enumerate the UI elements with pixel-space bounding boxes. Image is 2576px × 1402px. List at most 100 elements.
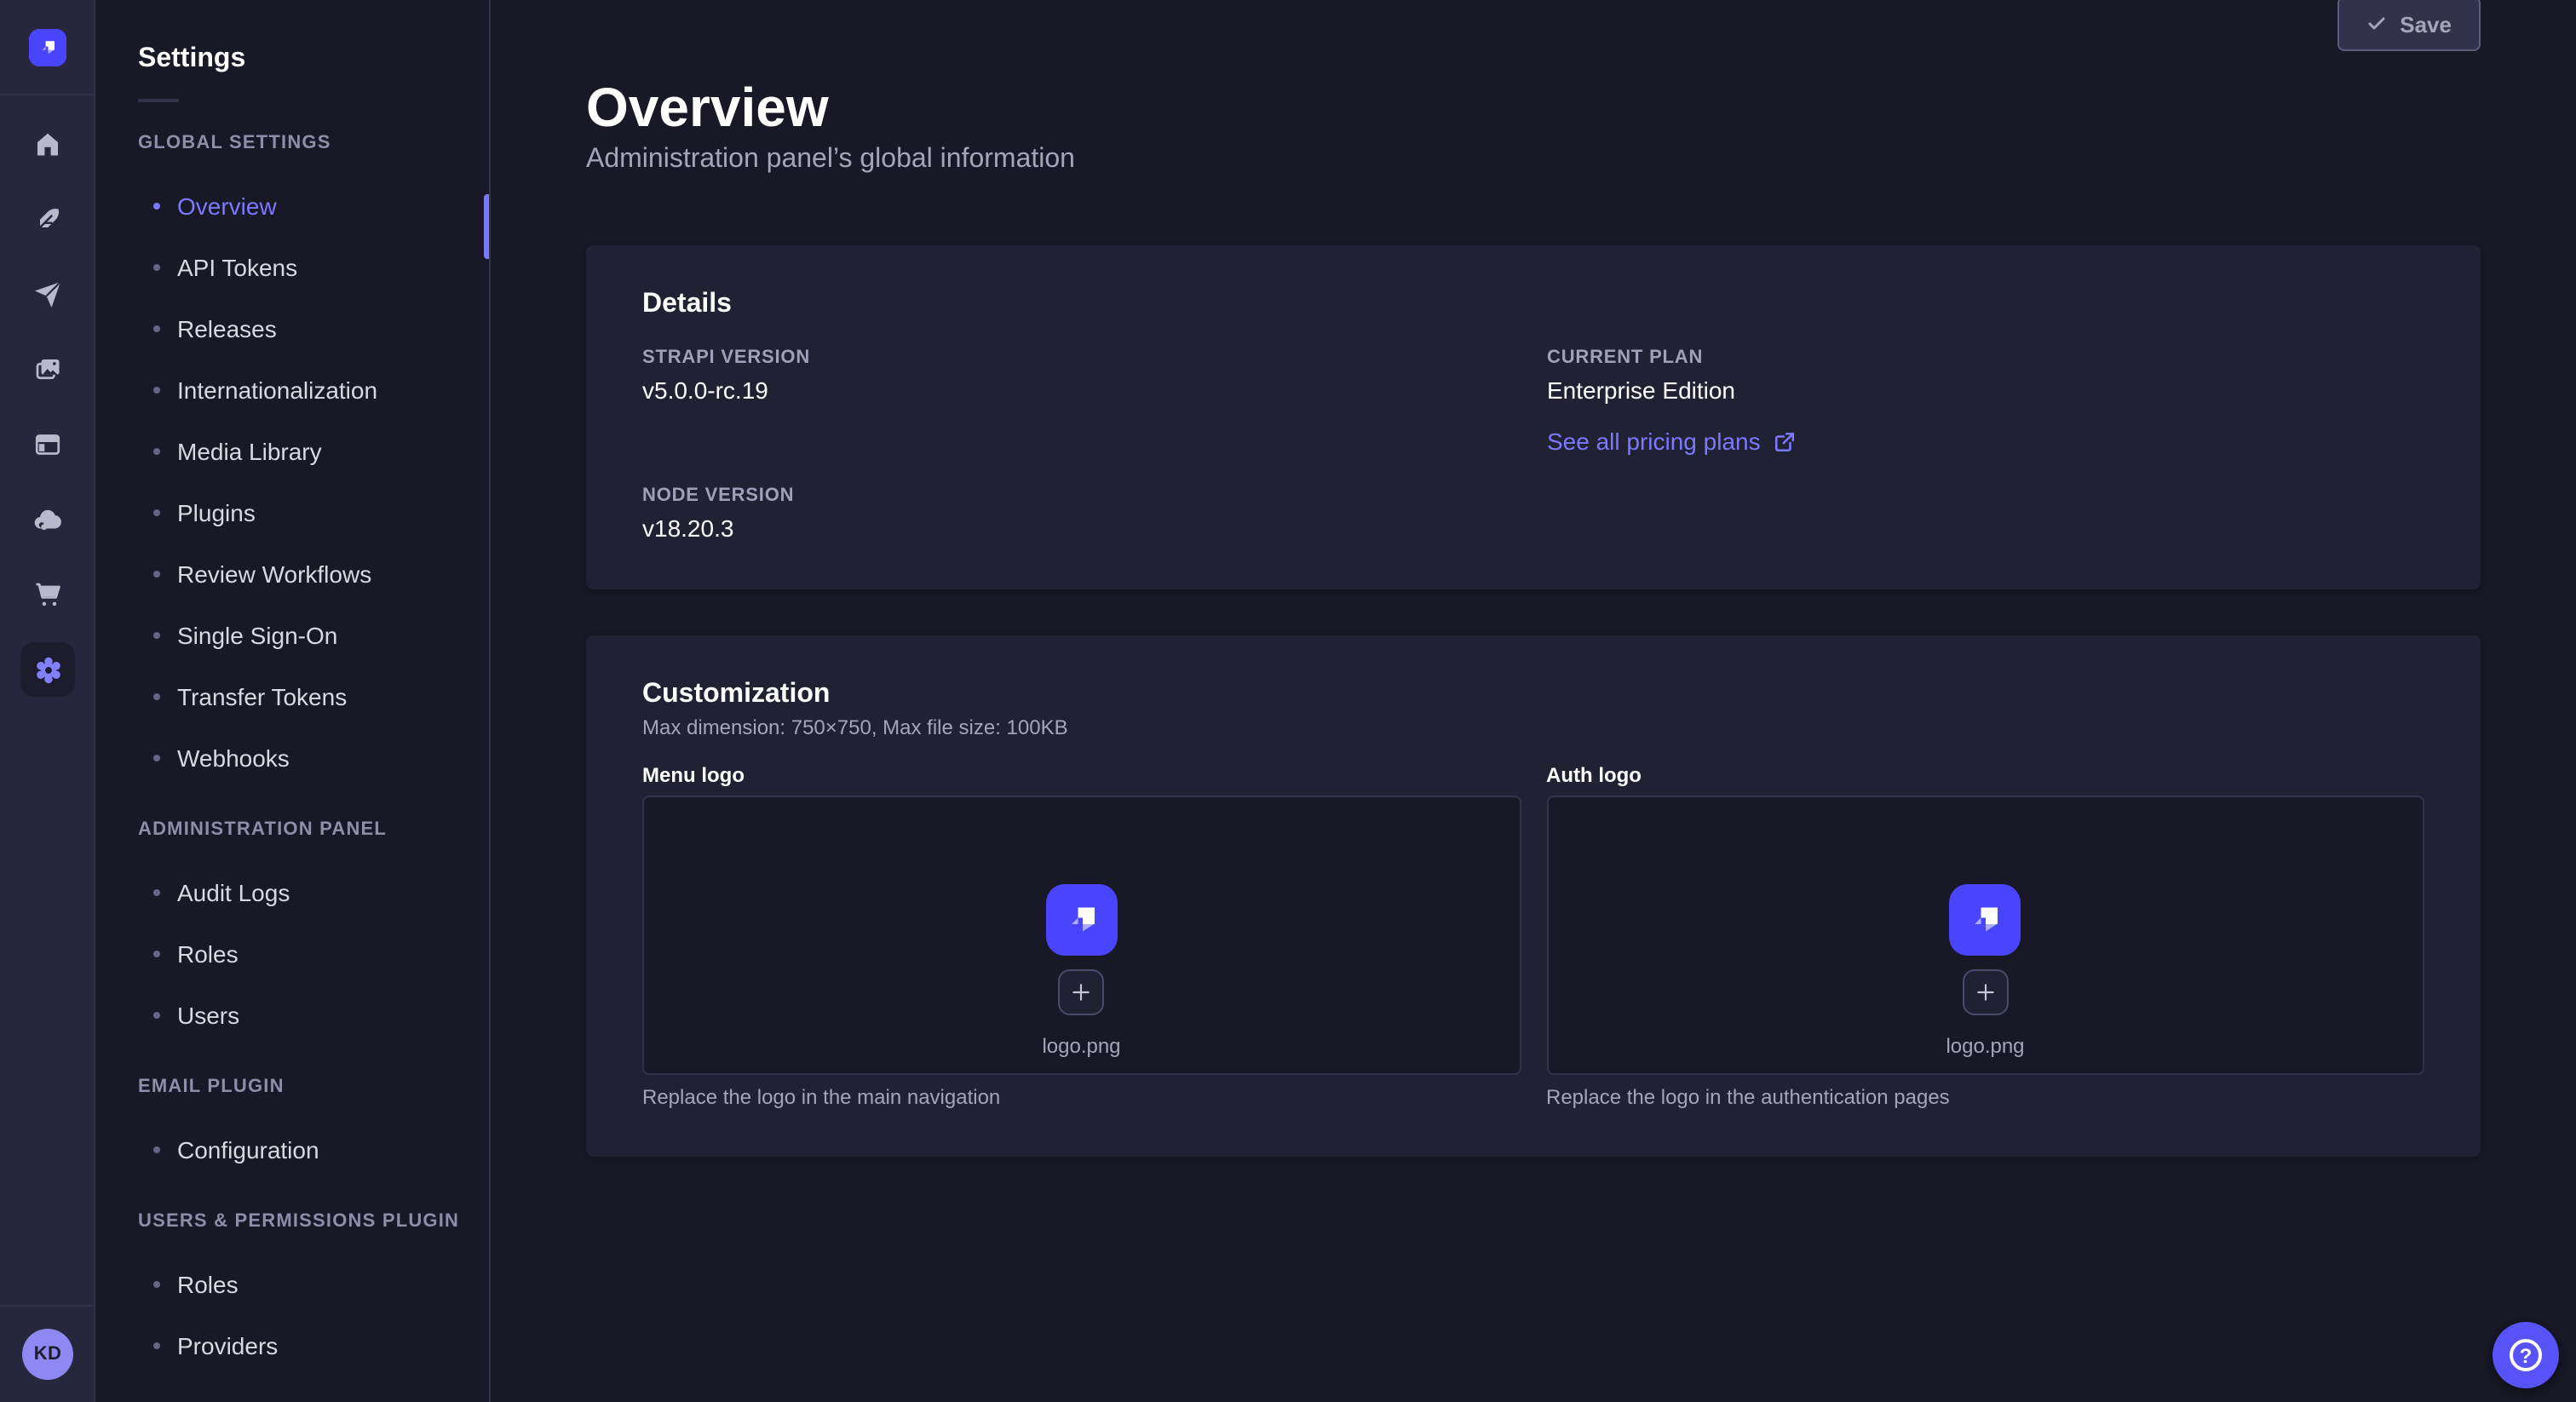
main-nav-rail: KD <box>0 0 95 1402</box>
pricing-plans-link[interactable]: See all pricing plans <box>1547 428 1797 455</box>
menu-logo-preview <box>1046 884 1118 956</box>
bullet-icon <box>153 1012 160 1019</box>
sidebar-item-label: Plugins <box>177 499 256 526</box>
sidebar-item-releases[interactable]: Releases <box>95 298 489 359</box>
customization-card: Customization Max dimension: 750×750, Ma… <box>586 635 2481 1157</box>
save-button-label: Save <box>2400 11 2452 37</box>
add-logo-button[interactable] <box>1963 969 2009 1015</box>
section-label: ADMINISTRATION PANEL <box>138 819 489 840</box>
menu-logo-field: Menu logo <box>642 763 1521 1109</box>
sidebar-item-transfer-tokens[interactable]: Transfer Tokens <box>95 666 489 727</box>
sidebar-item-label: Internationalization <box>177 376 377 404</box>
bullet-icon <box>153 1281 160 1288</box>
subnav-divider <box>138 99 179 102</box>
auth-logo-field: Auth logo <box>1546 763 2424 1109</box>
sidebar-item-media-library[interactable]: Media Library <box>95 421 489 482</box>
bullet-icon <box>153 448 160 455</box>
strapi-version-field: STRAPI VERSION v5.0.0-rc.19 <box>642 348 1520 458</box>
subnav-title: Settings <box>95 0 489 75</box>
settings-active-pill <box>20 642 75 697</box>
field-value: Enterprise Edition <box>1547 376 2424 404</box>
bullet-icon <box>153 1342 160 1349</box>
bullet-icon <box>153 264 160 271</box>
deploy-paper-plane-icon[interactable] <box>0 257 95 332</box>
strapi-mark-icon <box>1960 894 2011 945</box>
auth-logo-dropzone[interactable]: logo.png <box>1546 796 2424 1075</box>
customization-heading: Customization <box>642 680 2424 710</box>
customization-subheading: Max dimension: 750×750, Max file size: 1… <box>642 715 2424 739</box>
logo-filename: logo.png <box>1042 1034 1120 1058</box>
content-manager-layout-icon[interactable] <box>0 407 95 482</box>
add-logo-button[interactable] <box>1059 969 1105 1015</box>
upload-grid: Menu logo <box>642 763 2424 1109</box>
sidebar-item-label: Configuration <box>177 1136 319 1164</box>
settings-subnav: Settings GLOBAL SETTINGS Overview API To… <box>95 0 491 1402</box>
sidebar-item-label: Audit Logs <box>177 879 290 906</box>
bullet-icon <box>153 509 160 516</box>
subnav-section-users-permissions: USERS & PERMISSIONS PLUGIN Roles Provide… <box>95 1211 489 1376</box>
field-label: NODE VERSION <box>642 486 1520 506</box>
upload-label: Auth logo <box>1546 763 2424 787</box>
save-button[interactable]: Save <box>2337 0 2481 51</box>
field-label: CURRENT PLAN <box>1547 348 2424 368</box>
user-avatar[interactable]: KD <box>22 1329 73 1380</box>
main-content: Overview Administration panel’s global i… <box>491 0 2576 1402</box>
sidebar-item-api-tokens[interactable]: API Tokens <box>95 237 489 298</box>
bullet-icon <box>153 693 160 700</box>
media-library-images-icon[interactable] <box>0 332 95 407</box>
question-mark-icon: ? <box>2510 1339 2542 1371</box>
strapi-mark-icon <box>33 33 60 60</box>
bullet-icon <box>153 755 160 761</box>
rail-icons <box>0 95 94 707</box>
plus-icon <box>1071 981 1093 1003</box>
sidebar-item-plugins[interactable]: Plugins <box>95 482 489 543</box>
bullet-icon <box>153 889 160 896</box>
sidebar-item-audit-logs[interactable]: Audit Logs <box>95 862 489 923</box>
page-title: Overview <box>586 77 2481 138</box>
bullet-icon <box>153 632 160 639</box>
sidebar-item-users[interactable]: Users <box>95 985 489 1046</box>
home-icon[interactable] <box>0 107 95 182</box>
node-version-field: NODE VERSION v18.20.3 <box>642 486 1520 542</box>
bullet-icon <box>153 387 160 394</box>
page-header: Overview Administration panel’s global i… <box>586 0 2481 175</box>
details-card: Details STRAPI VERSION v5.0.0-rc.19 CURR… <box>586 245 2481 589</box>
sidebar-item-overview[interactable]: Overview <box>95 175 489 237</box>
strapi-mark-icon <box>1056 894 1107 945</box>
settings-gear-icon[interactable] <box>0 632 95 707</box>
sidebar-item-up-providers[interactable]: Providers <box>95 1315 489 1376</box>
strapi-logo[interactable] <box>28 28 66 66</box>
sidebar-item-configuration[interactable]: Configuration <box>95 1119 489 1181</box>
details-heading: Details <box>642 290 2424 320</box>
sidebar-item-label: Single Sign-On <box>177 622 337 649</box>
content-type-builder-feather-icon[interactable] <box>0 182 95 257</box>
help-button[interactable]: ? <box>2493 1322 2559 1388</box>
subnav-section-admin-panel: ADMINISTRATION PANEL Audit Logs Roles Us… <box>95 819 489 1046</box>
field-label: STRAPI VERSION <box>642 348 1520 368</box>
menu-logo-dropzone[interactable]: logo.png <box>642 796 1521 1075</box>
sidebar-item-label: Roles <box>177 940 239 968</box>
external-link-icon <box>1774 430 1797 452</box>
sidebar-item-review-workflows[interactable]: Review Workflows <box>95 543 489 605</box>
sidebar-item-label: Overview <box>177 192 277 220</box>
sidebar-item-up-roles[interactable]: Roles <box>95 1254 489 1315</box>
sidebar-item-single-sign-on[interactable]: Single Sign-On <box>95 605 489 666</box>
field-value: v5.0.0-rc.19 <box>642 376 1520 404</box>
app-window: KD Settings GLOBAL SETTINGS Overview API… <box>0 0 2576 1402</box>
brand-wrap <box>0 0 94 95</box>
sidebar-item-label: API Tokens <box>177 254 297 281</box>
marketplace-cart-icon[interactable] <box>0 557 95 632</box>
cloud-icon[interactable] <box>0 482 95 557</box>
logo-filename: logo.png <box>1946 1034 2024 1058</box>
bullet-icon <box>153 203 160 210</box>
subnav-section-global: GLOBAL SETTINGS Overview API Tokens Rele… <box>95 133 489 789</box>
upload-hint: Replace the logo in the authentication p… <box>1546 1085 2424 1109</box>
sidebar-item-label: Media Library <box>177 438 322 465</box>
sidebar-item-roles[interactable]: Roles <box>95 923 489 985</box>
field-value: v18.20.3 <box>642 514 1520 542</box>
sidebar-item-webhooks[interactable]: Webhooks <box>95 727 489 789</box>
sidebar-item-label: Providers <box>177 1332 278 1359</box>
sidebar-item-label: Roles <box>177 1271 239 1298</box>
sidebar-item-label: Review Workflows <box>177 560 371 588</box>
sidebar-item-internationalization[interactable]: Internationalization <box>95 359 489 421</box>
